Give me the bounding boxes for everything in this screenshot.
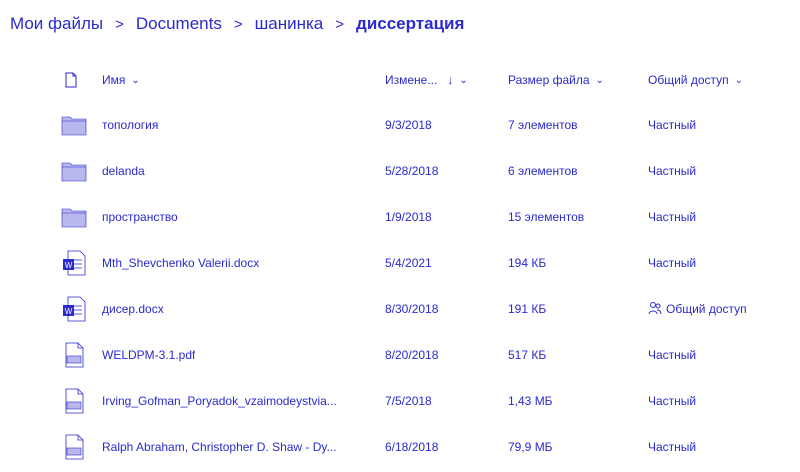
breadcrumb-separator: > — [335, 15, 345, 33]
modified-date: 1/9/2018 — [385, 210, 432, 224]
sharing-column-label: Общий доступ — [648, 73, 729, 87]
word-icon: W — [60, 240, 88, 286]
modified-date: 9/3/2018 — [385, 118, 432, 132]
file-name-link[interactable]: Mth_Shevchenko Valerii.docx — [102, 240, 360, 286]
file-name: Ralph Abraham, Christopher D. Shaw - Dy.… — [102, 440, 337, 454]
modified-date: 8/20/2018 — [385, 348, 439, 362]
file-name-link[interactable]: дисер.docx — [102, 286, 360, 332]
modified-column-label: Измене... — [385, 73, 438, 87]
sharing-status: Частный — [648, 348, 697, 362]
file-name: пространство — [102, 210, 178, 224]
file-size: 191 КБ — [508, 302, 547, 316]
file-name-link[interactable]: топология — [102, 102, 360, 148]
people-icon — [648, 301, 662, 318]
file-name: WELDPM-3.1.pdf — [102, 348, 196, 362]
file-type-column-header[interactable] — [64, 64, 78, 96]
pdf-icon — [60, 378, 88, 424]
file-row[interactable]: WELDPM-3.1.pdf 8/20/2018 517 КБ Частный — [0, 332, 800, 378]
chevron-down-icon: ⌄ — [459, 74, 468, 86]
breadcrumb-shaninka[interactable]: шанинка — [255, 14, 324, 34]
file-name-link[interactable]: Ralph Abraham, Christopher D. Shaw - Dy.… — [102, 424, 360, 470]
folder-icon — [60, 194, 88, 240]
breadcrumb-separator: > — [233, 15, 243, 33]
breadcrumb-my-files[interactable]: Мои файлы — [10, 14, 103, 34]
pdf-icon — [60, 332, 88, 378]
file-row[interactable]: пространство 1/9/2018 15 элементов Частн… — [0, 194, 800, 240]
svg-text:W: W — [65, 261, 73, 270]
file-size: 1,43 МБ — [508, 394, 553, 408]
file-row[interactable]: W дисер.docx 8/30/2018 191 КБ Общий дост… — [0, 286, 800, 332]
file-row[interactable]: топология 9/3/2018 7 элементов Частный — [0, 102, 800, 148]
sharing-status: Частный — [648, 118, 697, 132]
file-name-link[interactable]: WELDPM-3.1.pdf — [102, 332, 360, 378]
sharing-status: Частный — [648, 256, 697, 270]
modified-date: 7/5/2018 — [385, 394, 432, 408]
file-list: топология 9/3/2018 7 элементов Частный d… — [0, 102, 800, 470]
size-column-header[interactable]: Размер файла ⌄ — [508, 64, 604, 96]
modified-date: 5/4/2021 — [385, 256, 432, 270]
name-column-label: Имя — [102, 73, 126, 87]
file-row[interactable]: delanda 5/28/2018 6 элементов Частный — [0, 148, 800, 194]
chevron-down-icon: ⌄ — [131, 74, 140, 86]
file-size: 194 КБ — [508, 256, 547, 270]
breadcrumb-documents[interactable]: Documents — [136, 14, 222, 34]
modified-column-header[interactable]: Измене... ↓ ⌄ — [385, 64, 468, 96]
svg-text:W: W — [65, 307, 73, 316]
file-row[interactable]: W Mth_Shevchenko Valerii.docx 5/4/2021 1… — [0, 240, 800, 286]
file-name-link[interactable]: пространство — [102, 194, 360, 240]
file-name: Irving_Gofman_Poryadok_vzaimodeystvia... — [102, 394, 337, 408]
folder-icon — [60, 102, 88, 148]
column-header: Имя ⌄ Измене... ↓ ⌄ Размер файла ⌄ Общий… — [0, 64, 800, 96]
file-size: 517 КБ — [508, 348, 547, 362]
file-name-link[interactable]: Irving_Gofman_Poryadok_vzaimodeystvia... — [102, 378, 360, 424]
file-size: 15 элементов — [508, 210, 585, 224]
file-type-icon — [65, 72, 77, 88]
sharing-status: Частный — [648, 440, 697, 454]
chevron-down-icon: ⌄ — [734, 74, 744, 86]
chevron-down-icon: ⌄ — [595, 74, 604, 86]
file-row[interactable]: Irving_Gofman_Poryadok_vzaimodeystvia...… — [0, 378, 800, 424]
file-size: 6 элементов — [508, 164, 578, 178]
name-column-header[interactable]: Имя ⌄ — [102, 64, 140, 96]
sharing-status: Частный — [648, 164, 697, 178]
modified-date: 5/28/2018 — [385, 164, 439, 178]
sort-descending-icon: ↓ — [447, 73, 454, 87]
breadcrumb-separator: > — [115, 15, 124, 33]
file-name: топология — [102, 118, 159, 132]
file-size: 79,9 МБ — [508, 440, 553, 454]
size-column-label: Размер файла — [508, 73, 590, 87]
sharing-column-header[interactable]: Общий доступ ⌄ — [648, 64, 743, 96]
folder-icon — [60, 148, 88, 194]
file-name: дисер.docx — [102, 302, 164, 316]
word-icon: W — [60, 286, 88, 332]
modified-date: 6/18/2018 — [385, 440, 439, 454]
sharing-status-cell[interactable]: Общий доступ — [648, 286, 788, 332]
pdf-icon — [60, 424, 88, 470]
sharing-status: Частный — [648, 210, 697, 224]
sharing-status: Общий доступ — [666, 302, 747, 316]
file-row[interactable]: Ralph Abraham, Christopher D. Shaw - Dy.… — [0, 424, 800, 470]
modified-date: 8/30/2018 — [385, 302, 439, 316]
breadcrumb: Мои файлы > Documents > шанинка > диссер… — [10, 10, 464, 38]
file-name-link[interactable]: delanda — [102, 148, 360, 194]
sharing-status: Частный — [648, 394, 697, 408]
file-name: delanda — [102, 164, 145, 178]
file-size: 7 элементов — [508, 118, 578, 132]
breadcrumb-current-folder: диссертация — [356, 14, 465, 33]
file-name: Mth_Shevchenko Valerii.docx — [102, 256, 260, 270]
